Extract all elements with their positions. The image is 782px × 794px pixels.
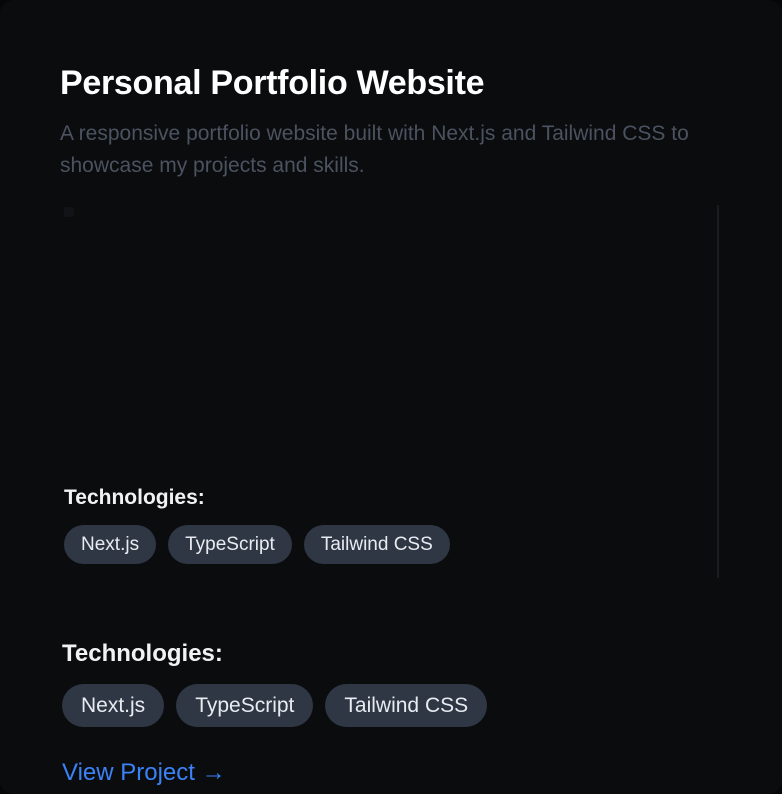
- technology-chip-typescript: TypeScript: [168, 525, 292, 564]
- view-project-link[interactable]: View Project →: [62, 758, 226, 788]
- preview-technology-list: Next.js TypeScript Tailwind CSS: [64, 525, 450, 564]
- technology-chip-nextjs: Next.js: [62, 684, 165, 727]
- preview-technologies: Technologies: Next.js TypeScript Tailwin…: [64, 485, 450, 564]
- broken-image-icon: [64, 207, 74, 217]
- technology-chip-nextjs: Next.js: [64, 525, 157, 564]
- project-description: A responsive portfolio website built wit…: [60, 122, 689, 177]
- technology-chip-tailwind: Tailwind CSS: [303, 525, 450, 564]
- technology-chip-typescript: TypeScript: [176, 684, 314, 727]
- project-technologies: Technologies: Next.js TypeScript Tailwin…: [62, 640, 488, 727]
- preview-technologies-label: Technologies:: [64, 486, 205, 509]
- technology-chip-tailwind: Tailwind CSS: [325, 684, 488, 727]
- technology-list: Next.js TypeScript Tailwind CSS: [62, 684, 488, 727]
- technologies-label: Technologies:: [62, 640, 223, 667]
- project-preview: Technologies: Next.js TypeScript Tailwin…: [60, 205, 719, 578]
- project-title: Personal Portfolio Website: [60, 64, 485, 102]
- project-card: Personal Portfolio Website A responsive …: [0, 0, 782, 794]
